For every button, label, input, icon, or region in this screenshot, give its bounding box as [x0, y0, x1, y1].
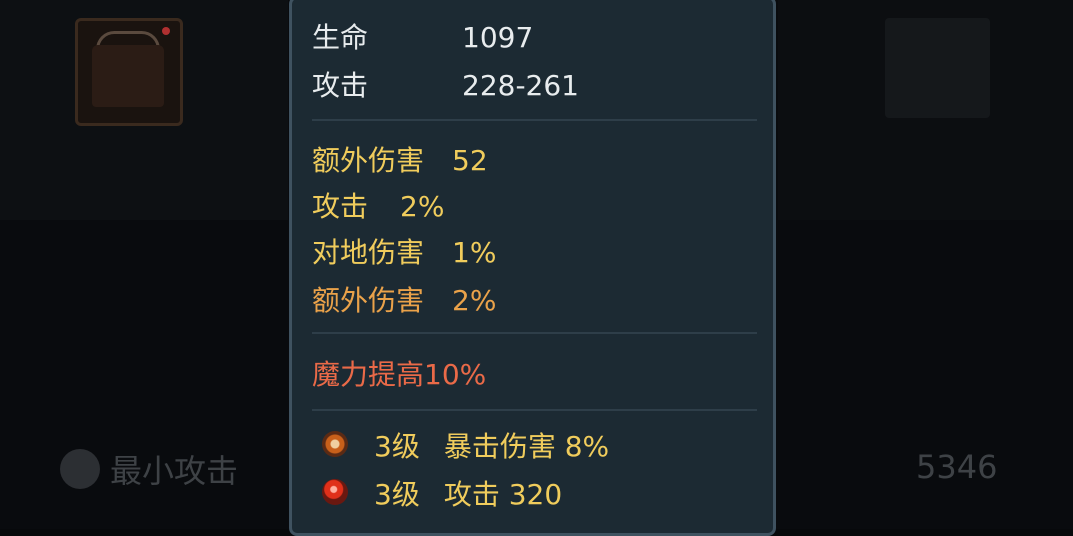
- bonus-label: 额外伤害: [312, 284, 425, 317]
- red-gem-icon: [322, 479, 348, 505]
- bonus-value: 2%: [400, 190, 445, 223]
- stat-row-hp: 生命 1097: [312, 16, 533, 56]
- gem-effect: 暴击伤害 8%: [443, 430, 610, 463]
- gem-row: 3级 暴击伤害 8%: [374, 425, 609, 465]
- bonus-row: 对地伤害 1%: [312, 231, 496, 271]
- bonus-value: 1%: [452, 236, 497, 269]
- gem-effect: 攻击 320: [443, 478, 563, 511]
- stat-value: 1097: [462, 21, 534, 54]
- bonus-row: 额外伤害 52: [312, 139, 488, 179]
- gem-level: 3级: [374, 430, 420, 463]
- bonus-label: 额外伤害: [312, 144, 425, 177]
- bonus-label: 攻击: [312, 190, 369, 223]
- gem-row: 3级 攻击 320: [374, 473, 562, 513]
- background-stat-row: 最小攻击: [60, 446, 238, 492]
- divider: [312, 119, 757, 121]
- divider: [312, 332, 757, 334]
- divider: [312, 409, 757, 411]
- bonus-label: 对地伤害: [312, 236, 425, 269]
- gem-level: 3级: [374, 478, 420, 511]
- gem-socket-icon: [162, 27, 170, 35]
- item-tooltip-panel: 生命 1097 攻击 228-261 额外伤害 52 攻击 2% 对地伤害 1% 额外伤害…: [289, 0, 776, 536]
- stat-value: 228-261: [462, 69, 579, 102]
- orange-gem-icon: [322, 431, 348, 457]
- background-stat-value: 5346: [916, 448, 998, 486]
- stat-row-attack: 攻击 228-261: [312, 64, 579, 104]
- chest-armor-icon: [92, 45, 164, 107]
- bonus-value: 2%: [452, 284, 497, 317]
- equipment-slot[interactable]: [75, 18, 183, 126]
- stat-label: 攻击: [312, 69, 369, 102]
- bonus-value: 52: [452, 144, 488, 177]
- bonus-row: 攻击 2%: [312, 185, 444, 225]
- special-effect: 魔力提高10%: [312, 358, 487, 391]
- equipment-slot-right[interactable]: [885, 18, 990, 118]
- stat-label: 生命: [312, 21, 369, 54]
- sword-icon: [60, 449, 100, 489]
- background-stat-label: 最小攻击: [110, 452, 239, 490]
- bonus-row: 额外伤害 2%: [312, 279, 496, 319]
